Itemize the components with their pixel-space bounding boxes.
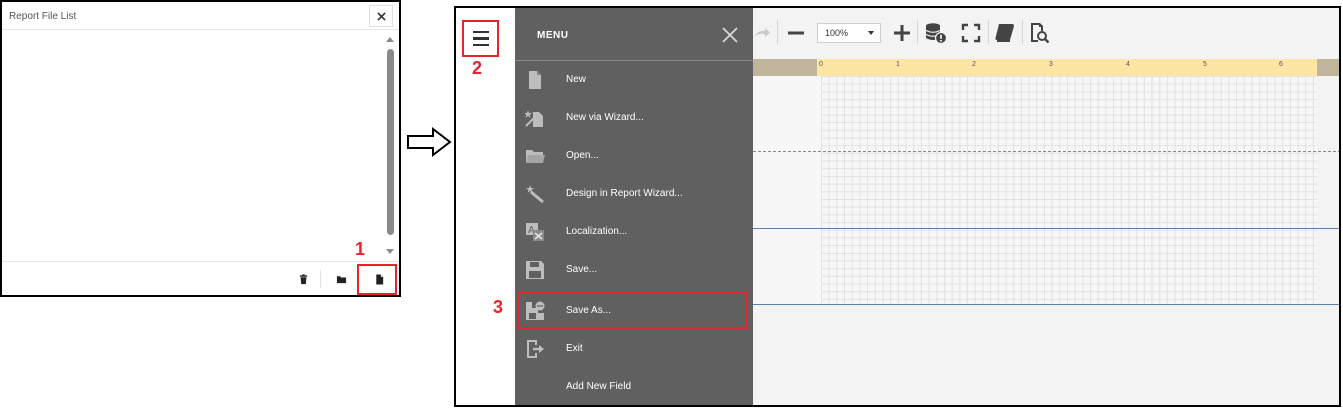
band-separator [753,151,1339,152]
step-3-highlight [517,292,747,329]
close-icon [376,11,386,21]
folder-icon [526,150,545,163]
zoom-value: 100% [825,28,849,38]
close-button[interactable] [369,5,393,27]
hamburger-icon [472,29,489,49]
ruler-mark: 4 [1126,61,1130,68]
toolbar-separator [917,20,918,44]
localization-icon: A [526,223,544,241]
menu-item-label: Save... [566,264,598,275]
folder-icon [336,275,346,283]
scroll-up-arrow-icon[interactable] [385,35,395,43]
menu-item-new[interactable]: New [515,61,753,99]
menu-toggle-button[interactable] [462,20,499,57]
menu-item-label: Open... [566,150,599,161]
step-3-label: 3 [493,297,504,317]
dialog-header: Report File List [2,2,399,30]
fullscreen-icon[interactable] [961,23,981,43]
close-icon[interactable] [722,27,738,43]
menu-item-label: Exit [566,343,583,354]
preview-icon[interactable] [1028,22,1050,44]
dialog-title: Report File List [9,11,77,22]
ruler-mark: 6 [1279,61,1283,68]
ruler-mark: 0 [819,61,823,68]
scrollbar-thumb[interactable] [387,49,394,235]
report-file-list-dialog: Report File List [0,0,401,297]
menu-item-localization[interactable]: A Localization... [515,213,753,251]
ruler-mark: 3 [1049,61,1053,68]
report-designer: 100% 0 1 2 3 4 5 6 MENU New New via Wiza… [454,6,1341,407]
menu-item-design-in-report-wizard[interactable]: Design in Report Wizard... [515,175,753,213]
redo-icon[interactable] [753,24,771,42]
save-icon [526,261,544,279]
menu-item-label: Add New Field [566,381,632,392]
toolbar-separator [988,20,989,44]
step-1-highlight [357,264,397,295]
zoom-out-icon[interactable] [787,24,805,42]
delete-button[interactable] [292,268,314,290]
main-menu-panel: MENU New New via Wizard... Open... Desig… [515,8,753,405]
ruler-mark: 2 [972,61,976,68]
menu-header: MENU [515,8,753,61]
menu-item-label: Localization... [566,226,628,237]
report-design-surface[interactable] [821,76,1317,304]
magic-wand-icon [526,185,544,204]
right-arrow-icon [407,126,452,158]
band-separator [753,228,1339,229]
new-file-icon [529,71,541,89]
zoom-in-icon[interactable] [893,24,911,42]
horizontal-ruler [753,59,1339,76]
step-1-label: 1 [355,239,366,259]
footer-separator [320,270,321,288]
open-button[interactable] [330,268,352,290]
menu-item-label: New [566,74,587,85]
band-separator [753,304,1339,305]
ruler-mark: 1 [896,61,900,68]
toolbar-separator [777,20,778,44]
screenshot-root: Report File List 1 100% 0 1 2 3 4 5 6 ME… [0,0,1343,409]
ruler-left-margin [753,59,817,76]
menu-title: MENU [537,30,569,41]
menu-item-new-via-wizard[interactable]: New via Wizard... [515,99,753,137]
data-source-warning-icon[interactable] [924,21,948,45]
ruler-mark: 5 [1203,61,1207,68]
script-icon[interactable] [994,22,1016,44]
trash-icon [299,273,307,284]
menu-item-exit[interactable]: Exit [515,330,753,368]
menu-item-save[interactable]: Save... [515,251,753,289]
chevron-down-icon [868,31,874,35]
scroll-down-arrow-icon[interactable] [385,248,395,256]
menu-item-open[interactable]: Open... [515,137,753,175]
toolbar-separator [1022,20,1023,44]
step-2-label: 2 [472,58,483,78]
menu-item-label: New via Wizard... [566,112,644,123]
designer-left-strip [456,8,515,405]
exit-icon [527,340,544,358]
wizard-icon [525,110,543,127]
report-margin-area [753,76,821,304]
menu-item-label: Design in Report Wizard... [566,188,683,199]
ruler-right-margin [1317,59,1339,76]
zoom-select[interactable]: 100% [817,23,881,43]
menu-item-add-new-field[interactable]: Add New Field [515,368,753,405]
